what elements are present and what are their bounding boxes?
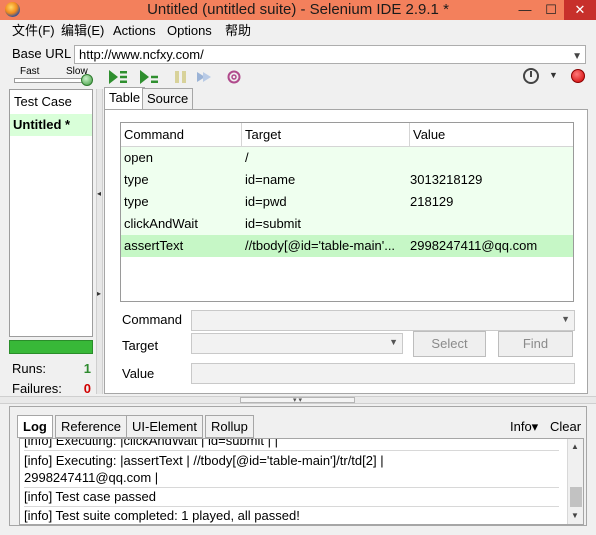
table-row[interactable]: type id=pwd 218129 [121,191,573,213]
table-row-selected[interactable]: assertText //tbody[@id='table-main'... 2… [121,235,573,257]
splitter-grip[interactable]: ▾ ▾ [240,397,355,404]
progress-bar [9,340,93,354]
step-icon[interactable] [195,69,215,85]
value-input[interactable] [191,363,575,384]
chevron-down-icon[interactable]: ▼ [572,48,582,65]
tab-table[interactable]: Table [104,87,146,109]
toolbar: Fast Slow ▼ [0,66,596,88]
base-url-value: http://www.ncfxy.com/ [79,47,204,62]
editor-panel: Command Target Value open / type id=name… [104,109,588,394]
cell-target: id=submit [245,216,301,231]
speed-slider-thumb[interactable] [81,74,93,86]
tab-ui-element[interactable]: UI-Element [126,415,204,438]
log-panel: Log Reference UI-Element Rollup Info▾ Cl… [9,406,587,526]
clock-icon[interactable] [523,68,539,84]
chevron-down-icon[interactable]: ▼ [571,511,579,520]
menu-options[interactable]: Options [167,22,212,40]
close-button[interactable]: ✕ [564,0,596,20]
vertical-splitter[interactable]: ◂ ▸ [96,89,103,394]
test-case-item[interactable]: Untitled * [10,114,92,136]
command-table: Command Target Value open / type id=name… [120,122,574,302]
log-line: [info] Executing: |clickAndWait | id=sub… [24,439,559,451]
chevron-down-icon[interactable]: ▼ [389,337,398,347]
cell-command: assertText [124,238,184,253]
chevron-down-icon[interactable]: ▼ [549,70,558,80]
select-button[interactable]: Select [413,331,486,357]
menu-help[interactable]: 帮助 [225,22,251,40]
log-line: [info] Executing: |assertText | //tbody[… [24,453,384,468]
log-area: [info] Executing: |clickAndWait | id=sub… [19,438,584,525]
column-header-command[interactable]: Command [121,123,242,147]
play-suite-icon[interactable] [108,69,128,85]
pause-icon[interactable] [171,69,191,85]
table-header: Command Target Value [121,123,573,147]
test-case-header: Test Case [14,94,72,109]
command-label: Command [122,312,182,327]
cell-value: 2998247411@qq.com [410,238,538,253]
failures-label: Failures: [12,381,62,396]
rollup-icon[interactable] [225,69,245,85]
menu-bar: 文件(F) 编辑(E) Actions Options 帮助 [0,20,596,42]
minimize-button[interactable]: — [512,0,538,20]
target-input[interactable]: ▼ [191,333,403,354]
base-url-label: Base URL [12,46,72,61]
cell-value [407,147,573,169]
table-row[interactable]: open / [121,147,573,169]
cell-value: 3013218129 [410,172,483,187]
cell-command: open [124,150,153,165]
log-line: [info] Test suite completed: 1 played, a… [24,508,300,523]
menu-actions[interactable]: Actions [113,22,156,40]
clear-button[interactable]: Clear [550,419,581,434]
runs-label: Runs: [12,361,46,376]
cell-command: clickAndWait [124,216,198,231]
window-title: Untitled (untitled suite) - Selenium IDE… [147,1,449,18]
cell-target: id=pwd [245,194,287,209]
failures-value: 0 [83,381,91,396]
maximize-button[interactable]: ☐ [538,0,564,20]
cell-target: //tbody[@id='table-main'... [245,238,396,253]
tab-reference[interactable]: Reference [55,415,127,438]
table-row[interactable]: type id=name 3013218129 [121,169,573,191]
cell-value: 218129 [410,194,454,209]
log-line: 2998247411@qq.com | [24,469,559,488]
log-scrollbar[interactable]: ▲ ▼ [567,439,583,524]
runs-value: 1 [83,361,91,376]
menu-edit[interactable]: 编辑(E) [61,22,104,40]
chevron-right-icon[interactable]: ▸ [97,289,101,298]
log-line: [info] Test case passed [24,488,559,507]
table-row[interactable]: clickAndWait id=submit [121,213,573,235]
title-bar: Untitled (untitled suite) - Selenium IDE… [0,0,596,20]
column-header-target[interactable]: Target [242,123,410,147]
cell-target: id=name [245,172,296,187]
cell-command: type [124,172,149,187]
tab-log[interactable]: Log [17,415,53,438]
tab-source[interactable]: Source [142,88,194,109]
column-header-value[interactable]: Value [410,123,573,147]
base-url-input[interactable]: http://www.ncfxy.com/ ▼ [74,45,586,64]
tab-rollup[interactable]: Rollup [205,415,254,438]
chevron-down-icon[interactable]: ▼ [561,314,570,324]
scrollbar-thumb[interactable] [570,487,582,507]
cell-command: type [124,194,149,209]
horizontal-splitter[interactable]: ▾ ▾ [0,396,596,404]
find-button[interactable]: Find [498,331,573,357]
value-label: Value [122,366,155,381]
command-input[interactable]: ▼ [191,310,575,331]
speed-fast-label: Fast [20,66,40,77]
cell-target: / [245,150,249,165]
chevron-left-icon[interactable]: ◂ [97,189,101,198]
chevron-up-icon[interactable]: ▲ [571,442,579,451]
play-test-icon[interactable] [139,69,159,85]
record-button[interactable] [571,69,585,83]
info-filter-dropdown[interactable]: Info▾ [510,419,538,435]
test-case-pane: Test Case Untitled * [9,89,93,337]
cell-value [407,213,573,235]
menu-file[interactable]: 文件(F) [12,22,55,40]
target-label: Target [122,338,159,353]
base-url-row: Base URL http://www.ncfxy.com/ ▼ [0,42,596,66]
